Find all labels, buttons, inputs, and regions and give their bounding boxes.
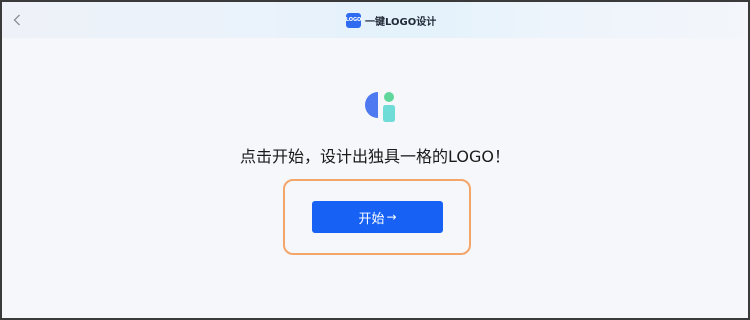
page-title: 一键LOGO设计 (365, 16, 437, 28)
top-bar: LOGO 一键LOGO设计 (2, 2, 748, 38)
headline: 点击开始，设计出独具一格的LOGO！ (240, 147, 510, 166)
app-window: LOGO 一键LOGO设计 点击开始，设计出独具一格的LOGO！ 开始 → (0, 0, 750, 320)
brand-logo-icon: LOGO (345, 12, 362, 28)
back-button[interactable] (10, 11, 24, 29)
brand: LOGO 一键LOGO设计 (346, 12, 436, 28)
chevron-left-icon (13, 14, 20, 26)
start-button[interactable]: 开始 → (312, 201, 443, 233)
brand-mark-text: LOGO (345, 17, 362, 23)
start-button-label: 开始 (358, 211, 385, 227)
logo-shapes-icon (365, 92, 395, 122)
arrow-right-icon: → (386, 210, 397, 224)
